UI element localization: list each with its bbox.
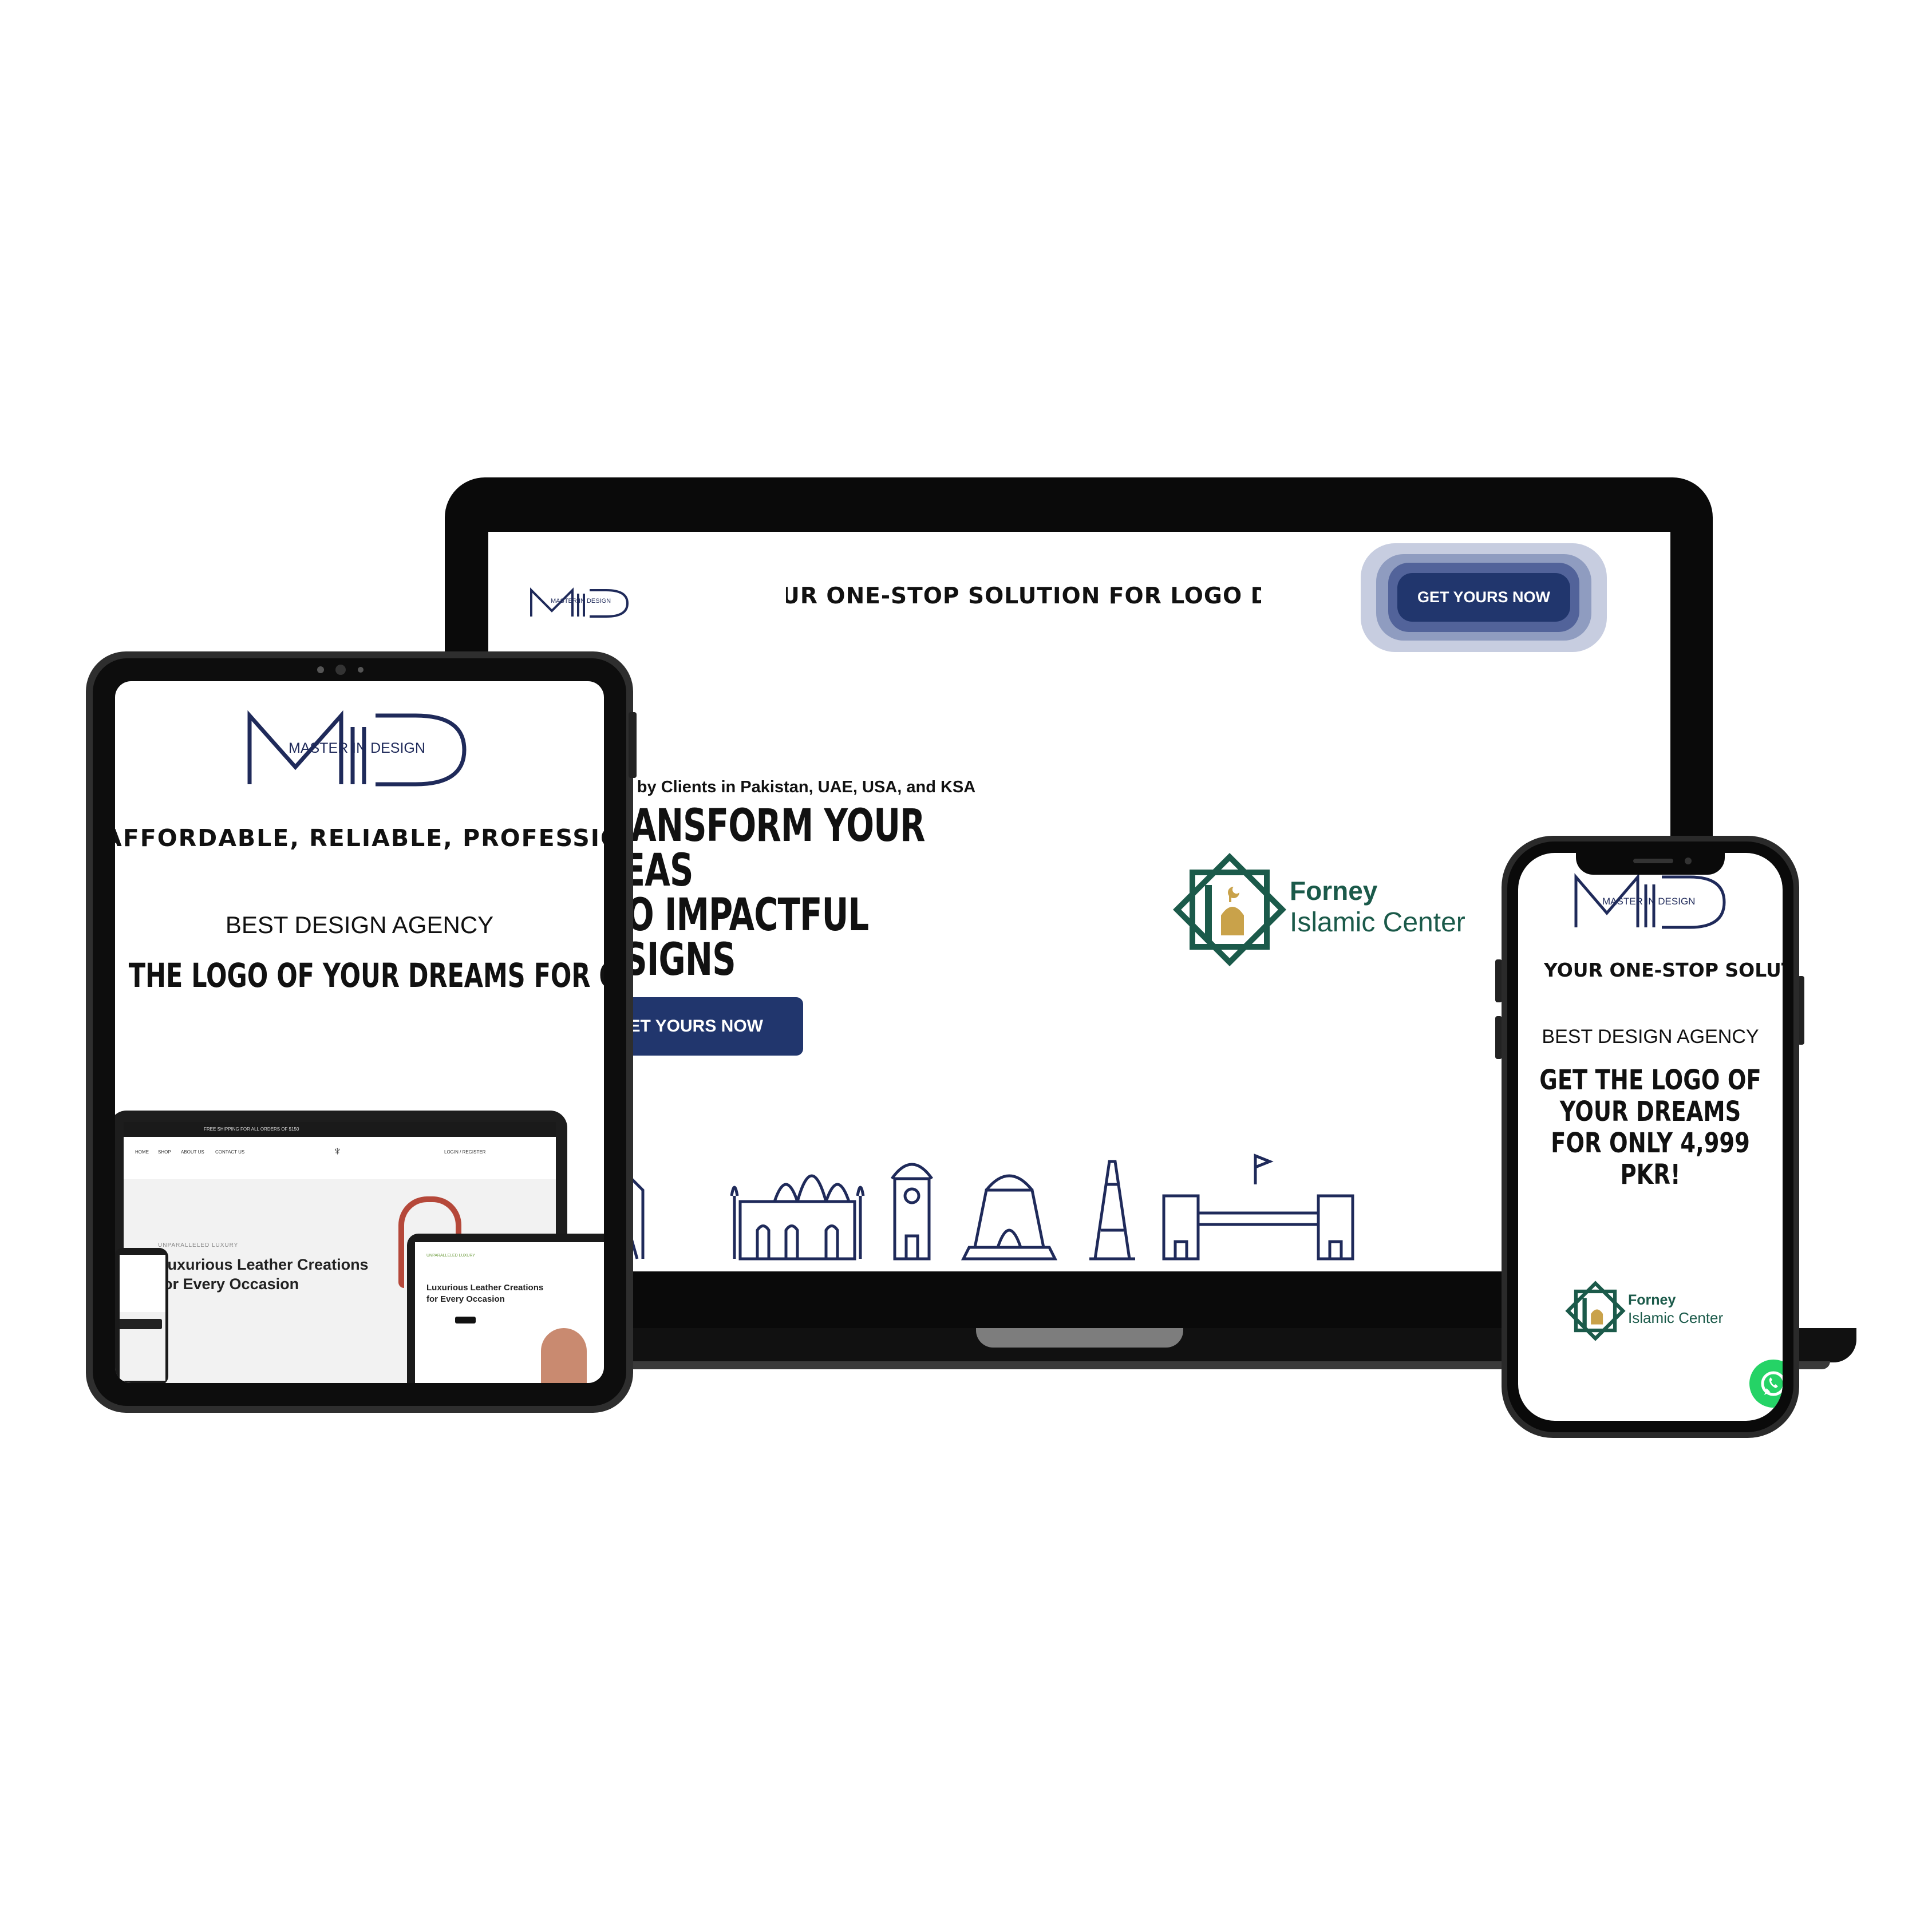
dreams-heading: GET THE LOGO OF YOUR DREAMS FOR ONLY 4,9…: [115, 956, 604, 995]
mockup-tablet-subtitle: UNPARALLELED LUXURY: [426, 1254, 475, 1258]
mockup-title-line1: Luxurious Leather Creations: [158, 1256, 369, 1273]
phone-camera-icon: [1685, 858, 1692, 864]
whatsapp-icon[interactable]: [1749, 1360, 1783, 1408]
mid-logo[interactable]: MASTER IN DESIGN: [529, 582, 629, 625]
pakistan-landmarks-skyline-icon: [595, 1127, 1410, 1267]
mockup-topbar-text: FREE SHIPPING FOR ALL ORDERS OF $150: [204, 1127, 299, 1132]
mockup-subtitle: UNPARALLELED LUXURY: [158, 1242, 239, 1249]
phone-speaker-icon: [1633, 859, 1673, 863]
forney-islamic-center-logo: Forney Islamic Center: [1564, 1279, 1723, 1345]
mockup-title-line2: for Every Occasion: [158, 1275, 299, 1293]
forney-islamic-center-logo: Forney Islamic Center: [1170, 850, 1465, 973]
tablet-camera-icon: [309, 664, 372, 675]
mockup-phone-screen: [120, 1255, 165, 1381]
mockup-phone-button: [120, 1319, 162, 1329]
handbag-image: [541, 1328, 587, 1383]
mockup-topbar: FREE SHIPPING FOR ALL ORDERS OF $150: [124, 1122, 556, 1137]
mockup-tablet-title-line1: Luxurious Leather Creations: [426, 1283, 544, 1293]
hero-line-1: TRANSFORM YOUR IDEAS: [584, 800, 925, 896]
tagline-text: YOUR ONE-STOP SOLUTION: [1544, 959, 1783, 981]
mockup-tablet-screen: UNPARALLELED LUXURY Luxurious Leather Cr…: [415, 1242, 604, 1383]
hero-heading: TRANSFORM YOUR IDEAS INTO IMPACTFUL DESI…: [565, 804, 978, 982]
laptop-screen: MASTER IN DESIGN OUR ONE-STOP SOLUTION F…: [488, 532, 1670, 1271]
mid-logo[interactable]: MASTER IN DESIGN: [1573, 870, 1727, 936]
mockup-nav-shop[interactable]: SHOP: [158, 1149, 171, 1155]
phone-notch: [1576, 852, 1725, 875]
mockup-tablet-button[interactable]: [455, 1317, 476, 1323]
islamic-center-text: Islamic Center: [1628, 1309, 1724, 1326]
forney-text: Forney: [1628, 1292, 1676, 1308]
mockup-nav-home[interactable]: HOME: [135, 1149, 149, 1155]
marquee-text: OUR ONE-STOP SOLUTION FOR LOGO DESIGN,: [786, 583, 1261, 609]
mockup-nav: HOME SHOP ABOUT US CONTACT US LOGIN / RE…: [124, 1144, 556, 1162]
best-design-agency-text: BEST DESIGN AGENCY: [225, 911, 494, 938]
mockup-login[interactable]: LOGIN / REGISTER: [444, 1149, 485, 1155]
islamic-center-text: Islamic Center: [1290, 907, 1465, 938]
tagline-text: AFFORDABLE, RELIABLE, PROFESSIONAL: [115, 824, 604, 852]
tablet-side-button: [629, 712, 637, 778]
logo-caption: MASTER IN DESIGN: [289, 740, 425, 756]
mosque-icon: [1173, 853, 1286, 966]
laptop-trackpad-notch: [976, 1328, 1183, 1348]
logo-caption: MASTER IN DESIGN: [1602, 896, 1696, 907]
dreams-heading: GET THE LOGO OF YOUR DREAMS FOR ONLY 4,9…: [1539, 1064, 1761, 1191]
hero-line-3: DESIGNS: [574, 934, 736, 986]
get-yours-now-button[interactable]: GET YOURS NOW: [1397, 573, 1570, 622]
mockup-nav-about[interactable]: ABOUT US: [181, 1149, 204, 1155]
mosque-icon: [1565, 1281, 1626, 1341]
tablet-screen: MASTER IN DESIGN AFFORDABLE, RELIABLE, P…: [115, 681, 604, 1383]
logo-caption: MASTER IN DESIGN: [551, 598, 611, 605]
mockup-title: Luxurious Leather Creations for Every Oc…: [158, 1255, 369, 1294]
deer-logo-icon: ♆: [333, 1144, 342, 1158]
screen-left-mask: [115, 950, 122, 1002]
forney-text: Forney: [1290, 876, 1378, 906]
mid-logo[interactable]: MASTER IN DESIGN: [244, 704, 473, 793]
mockup-nav-contact[interactable]: CONTACT US: [215, 1149, 244, 1155]
mockup-tablet-title-line2: for Every Occasion: [426, 1294, 505, 1304]
mockup-tablet-title: Luxurious Leather Creations for Every Oc…: [426, 1282, 543, 1305]
phone-screen: MASTER IN DESIGN YOUR ONE-STOP SOLUTION …: [1518, 853, 1783, 1421]
best-design-agency-text: BEST DESIGN AGENCY: [1542, 1026, 1759, 1048]
